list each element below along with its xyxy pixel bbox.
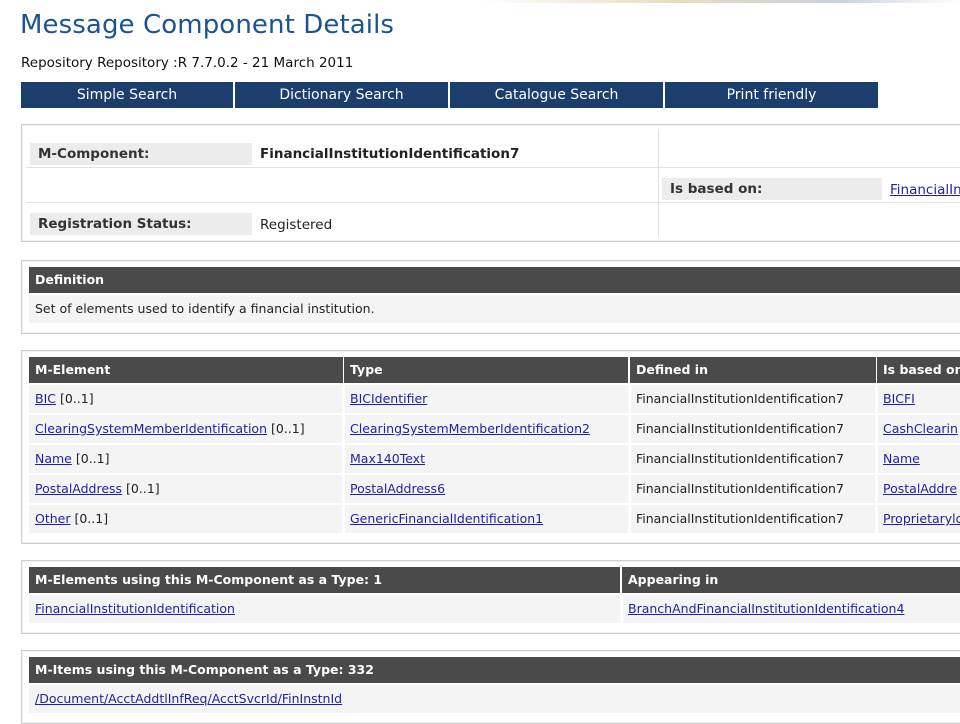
item-path-link[interactable]: /Document/AcctAddtlInfReq/AcctSvcrId/Fin…	[35, 691, 342, 706]
table-row: PostalAddress [0..1] PostalAddress6 Fina…	[29, 475, 960, 503]
column-header-is-based-on: Is based on	[877, 357, 960, 383]
type-link[interactable]: BICIdentifier	[350, 391, 427, 406]
definition-row: Set of elements used to identify a finan…	[29, 295, 960, 323]
element-link-clearing[interactable]: ClearingSystemMemberIdentification	[35, 421, 267, 436]
usage-table: M-Elements using this M-Component as a T…	[21, 560, 960, 634]
mcomponent-value: FinancialInstitutionIdentification7	[260, 146, 520, 162]
column-header-defined-in: Defined in	[630, 357, 876, 383]
table-row: Name [0..1] Max140Text FinancialInstitut…	[29, 445, 960, 473]
element-usage-link[interactable]: FinancialInstitutionIdentification	[35, 601, 235, 616]
simple-search-button[interactable]: Simple Search	[21, 82, 233, 108]
column-header-type: Type	[344, 357, 628, 383]
element-link-bic[interactable]: BIC	[35, 391, 56, 406]
column-header-m-elements-using: M-Elements using this M-Component as a T…	[29, 567, 620, 593]
registration-status-label: Registration Status:	[30, 213, 252, 235]
dictionary-search-button[interactable]: Dictionary Search	[235, 82, 448, 108]
definition-panel: Definition Set of elements used to ident…	[21, 260, 960, 334]
element-multiplicity: [0..1]	[267, 421, 305, 436]
items-table: M-Items using this M-Component as a Type…	[21, 650, 960, 724]
type-link[interactable]: PostalAddress6	[350, 481, 445, 496]
navigation-bar: Simple Search Dictionary Search Catalogu…	[21, 82, 880, 108]
defined-in-value: FinancialInstitutionIdentification7	[636, 481, 844, 496]
mcomponent-label: M-Component:	[30, 143, 252, 165]
based-on-link[interactable]: PostalAddre	[883, 481, 957, 496]
column-header-appearing-in: Appearing in	[622, 567, 960, 593]
defined-in-value: FinancialInstitutionIdentification7	[636, 391, 844, 406]
divider	[26, 202, 960, 203]
items-header: M-Items using this M-Component as a Type…	[29, 657, 960, 683]
repository-info: Repository Repository :R 7.7.0.2 - 21 Ma…	[21, 55, 354, 71]
table-row: /Document/AcctAddtlInfReq/AcctSvcrId/Fin…	[29, 685, 960, 713]
top-decorative-strip	[480, 0, 960, 3]
element-link-other[interactable]: Other	[35, 511, 71, 526]
defined-in-value: FinancialInstitutionIdentification7	[636, 511, 844, 526]
element-multiplicity: [0..1]	[70, 511, 109, 526]
definition-header: Definition	[29, 267, 960, 293]
table-row: BIC [0..1] BICIdentifier FinancialInstit…	[29, 385, 960, 413]
defined-in-value: FinancialInstitutionIdentification7	[636, 451, 844, 466]
element-multiplicity: [0..1]	[122, 481, 160, 496]
table-row: Other [0..1] GenericFinancialIdentificat…	[29, 505, 960, 533]
table-row: FinancialInstitutionIdentification Branc…	[29, 595, 960, 623]
based-on-link[interactable]: Proprietaryld	[883, 511, 960, 526]
based-on-link[interactable]: CashClearin	[883, 421, 958, 436]
catalogue-search-button[interactable]: Catalogue Search	[450, 82, 663, 108]
based-on-link[interactable]: Name	[883, 451, 920, 466]
element-multiplicity: [0..1]	[56, 391, 94, 406]
element-multiplicity: [0..1]	[71, 451, 110, 466]
print-friendly-button[interactable]: Print friendly	[665, 82, 878, 108]
type-link[interactable]: Max140Text	[350, 451, 425, 466]
elements-table: M-Element Type Defined in Is based on BI…	[21, 350, 960, 544]
appearing-in-link[interactable]: BranchAndFinancialInstitutionIdentificat…	[628, 601, 904, 616]
element-link-postal-address[interactable]: PostalAddress	[35, 481, 122, 496]
based-on-link[interactable]: BICFI	[883, 391, 915, 406]
type-link[interactable]: ClearingSystemMemberIdentification2	[350, 421, 590, 436]
based-on-link[interactable]: FinancialIn	[890, 182, 960, 198]
based-on-label: Is based on:	[662, 178, 882, 200]
defined-in-value: FinancialInstitutionIdentification7	[636, 421, 844, 436]
registration-status-value: Registered	[260, 217, 333, 233]
component-info-panel: M-Component: FinancialInstitutionIdentif…	[21, 124, 960, 242]
definition-text: Set of elements used to identify a finan…	[35, 301, 375, 316]
divider	[658, 129, 659, 237]
type-link[interactable]: GenericFinancialIdentification1	[350, 511, 543, 526]
page-title: Message Component Details	[20, 10, 395, 40]
column-header-m-element: M-Element	[29, 357, 343, 383]
element-link-name[interactable]: Name	[35, 451, 72, 466]
table-row: ClearingSystemMemberIdentification [0..1…	[29, 415, 960, 443]
divider	[26, 167, 960, 168]
